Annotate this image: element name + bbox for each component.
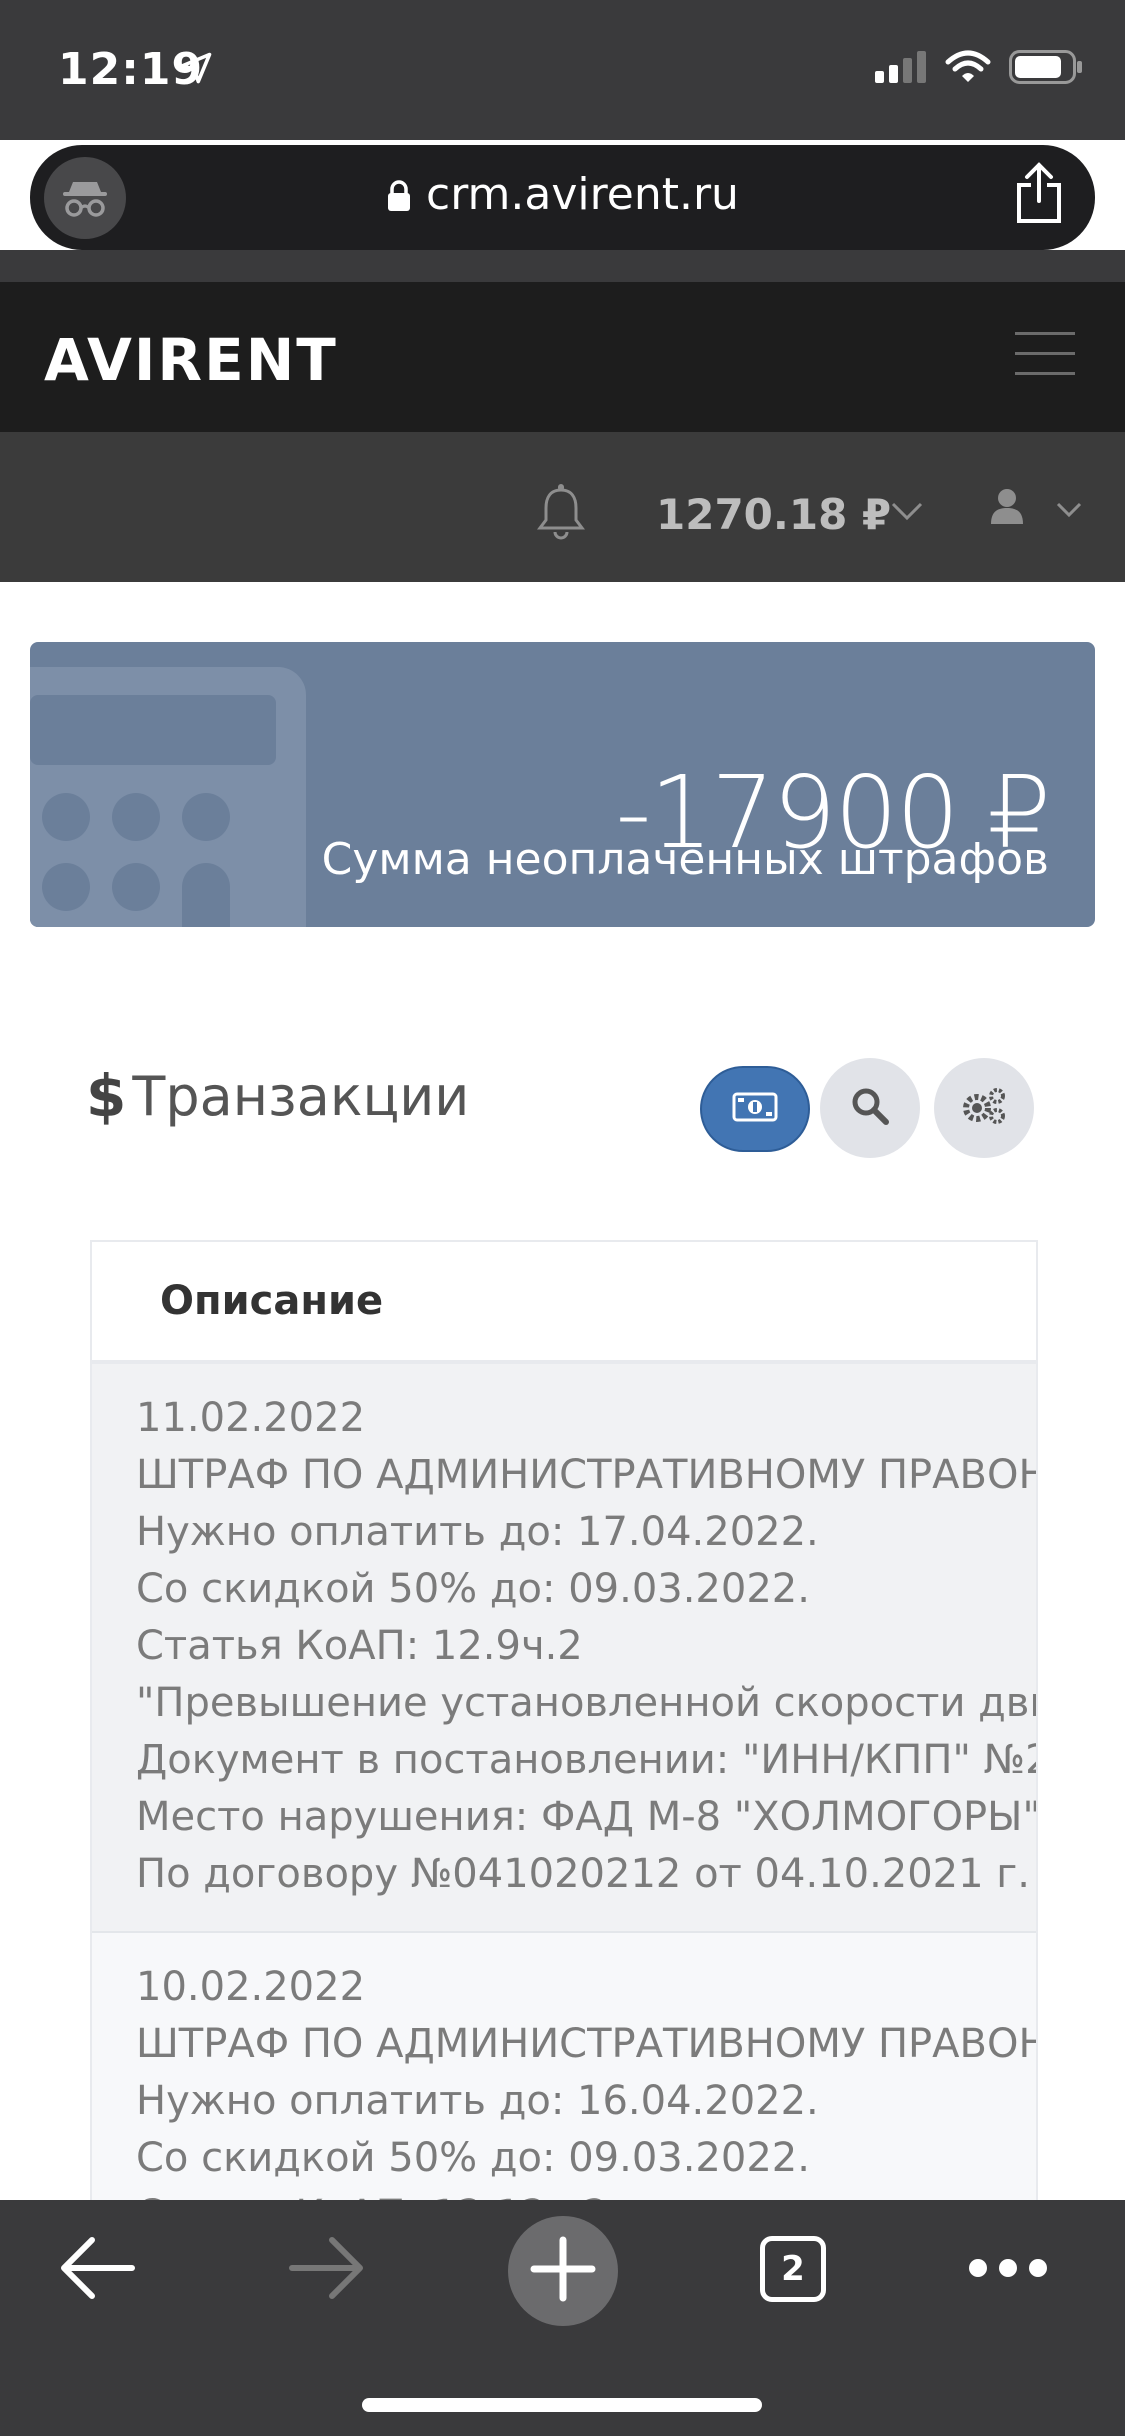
row-discount-date: Со скидкой 50% до: 09.03.2022.: [136, 1566, 810, 1612]
table-header[interactable]: Описание: [92, 1242, 1036, 1364]
status-bar: 12:19 crm.avirent.ru: [0, 0, 1125, 250]
home-indicator[interactable]: [362, 2398, 762, 2412]
row-violation: "Превышение установленной скорости движе…: [136, 1680, 1036, 1726]
cellular-signal-icon: [875, 51, 927, 87]
banknote-icon: [732, 1092, 778, 1126]
row-due-date: Нужно оплатить до: 17.04.2022.: [136, 1509, 819, 1555]
address-bar[interactable]: crm.avirent.ru: [30, 145, 1095, 250]
browser-chrome-divider: [0, 250, 1125, 282]
user-bar: 1270.18 ₽: [0, 432, 1125, 582]
row-date: 10.02.2022: [136, 1964, 366, 2010]
tabs-button[interactable]: 2: [760, 2236, 826, 2302]
hamburger-menu-icon[interactable]: [1015, 332, 1075, 376]
dollar-icon: $: [86, 1062, 127, 1130]
share-icon[interactable]: [1013, 161, 1065, 231]
column-header-description: Описание: [160, 1278, 384, 1324]
gears-icon: [961, 1086, 1007, 1130]
unpaid-fines-card: -17900 ₽ Сумма неоплаченных штрафов: [30, 642, 1095, 927]
chevron-down-icon[interactable]: [890, 500, 924, 526]
table-row[interactable]: 11.02.2022 ШТРАФ ПО АДМИНИСТРАТИВНОМУ ПР…: [92, 1364, 1036, 1933]
row-discount-date: Со скидкой 50% до: 09.03.2022.: [136, 2135, 810, 2181]
lock-icon: [386, 172, 412, 223]
chevron-down-icon[interactable]: [1055, 500, 1083, 524]
user-icon[interactable]: [990, 488, 1024, 528]
location-arrow-icon: [178, 50, 214, 90]
wifi-icon: [945, 50, 991, 88]
search-icon: [850, 1086, 890, 1130]
battery-icon: [1009, 50, 1083, 88]
balance[interactable]: 1270.18 ₽: [656, 490, 891, 539]
app-header: AVIRENT: [0, 282, 1125, 432]
url-text: crm.avirent.ru: [426, 169, 739, 220]
transactions-table: Описание 11.02.2022 ШТРАФ ПО АДМИНИСТРАТ…: [90, 1240, 1038, 2202]
settings-button[interactable]: [934, 1058, 1034, 1158]
back-arrow-icon[interactable]: [58, 2234, 136, 2306]
section-title-text: Транзакции: [132, 1064, 470, 1128]
more-dots-icon[interactable]: [966, 2256, 1050, 2284]
row-due-date: Нужно оплатить до: 16.04.2022.: [136, 2078, 819, 2124]
row-contract: По договору №041020212 от 04.10.2021 г.: [136, 1851, 1031, 1897]
row-title: ШТРАФ ПО АДМИНИСТРАТИВНОМУ ПРАВОНАРУШЕНИ…: [136, 1452, 1036, 1498]
section-title: $ Транзакции: [86, 1062, 469, 1130]
forward-arrow-icon[interactable]: [288, 2234, 366, 2306]
bell-icon[interactable]: [536, 484, 586, 544]
pay-button[interactable]: [700, 1066, 810, 1152]
row-place: Место нарушения: ФАД М-8 "ХОЛМОГОРЫ": [136, 1794, 1038, 1840]
calculator-icon: [30, 667, 320, 927]
logo[interactable]: AVIRENT: [44, 326, 338, 394]
new-tab-button[interactable]: [508, 2216, 618, 2326]
search-button[interactable]: [820, 1058, 920, 1158]
unpaid-fines-label: Сумма неоплаченных штрафов: [321, 834, 1049, 885]
row-document: Документ в постановлении: "ИНН/КПП" №27: [136, 1737, 1038, 1783]
row-article: Статья КоАП: 12.9ч.2: [136, 1623, 583, 1669]
row-date: 11.02.2022: [136, 1395, 366, 1441]
table-row[interactable]: 10.02.2022 ШТРАФ ПО АДМИНИСТРАТИВНОМУ ПР…: [92, 1933, 1036, 2202]
row-title: ШТРАФ ПО АДМИНИСТРАТИВНОМУ ПРАВОНАРУШЕНИ…: [136, 2021, 1036, 2067]
plus-icon: [528, 2234, 598, 2308]
